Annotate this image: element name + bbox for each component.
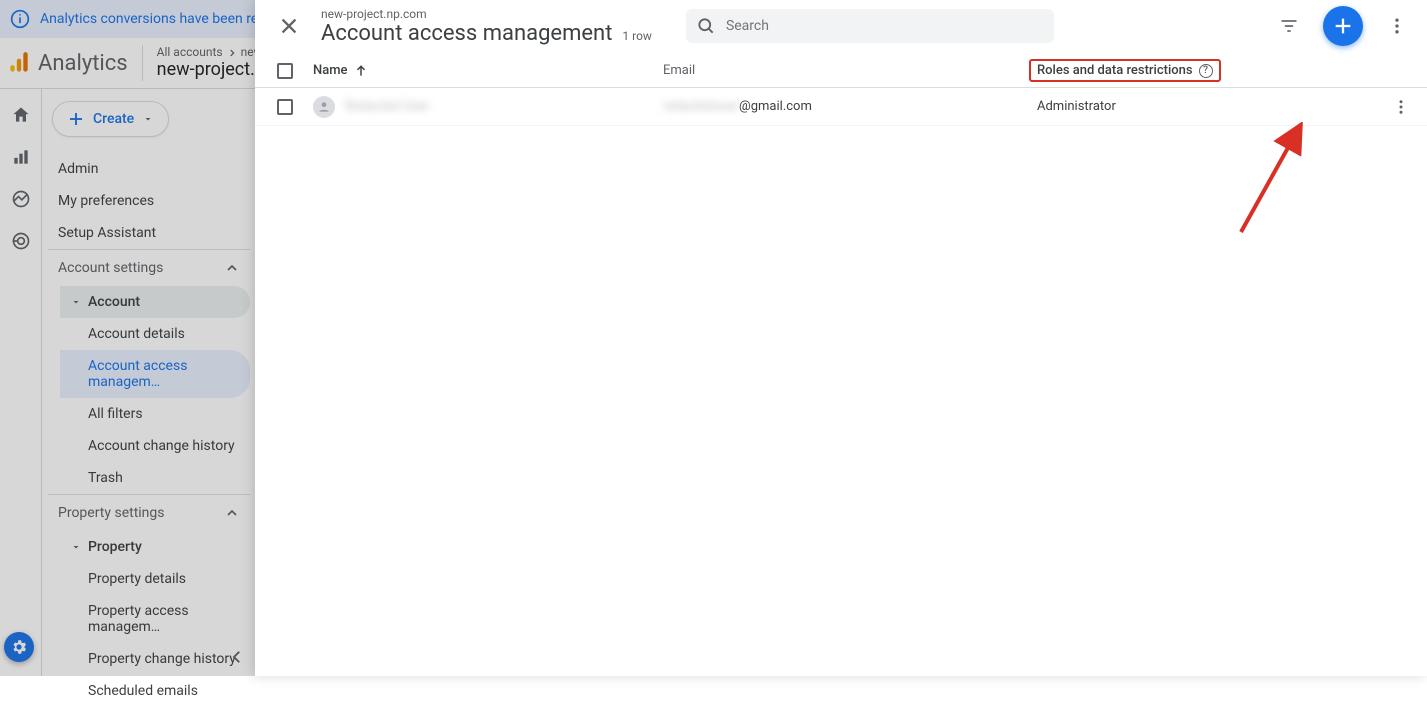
sort-asc-icon <box>354 64 368 78</box>
column-name-label: Name <box>313 63 348 78</box>
users-table: Name Email Roles and data restrictions ?… <box>255 54 1427 676</box>
panel-subtitle: new-project.np.com <box>321 7 652 21</box>
column-header-email[interactable]: Email <box>663 63 1037 78</box>
search-icon <box>696 16 716 36</box>
column-header-roles[interactable]: Roles and data restrictions ? <box>1037 59 1377 82</box>
avatar <box>313 96 335 118</box>
sidebar-item-scheduled-emails[interactable]: Scheduled emails <box>60 675 250 707</box>
person-icon <box>317 100 331 114</box>
cell-role: Administrator <box>1037 99 1377 114</box>
table-row[interactable]: Redacted User redacteduser@gmail.com Adm… <box>255 88 1427 126</box>
more-vert-icon <box>1392 98 1410 116</box>
add-user-button[interactable] <box>1323 6 1363 46</box>
annotation-highlight: Roles and data restrictions ? <box>1029 59 1221 82</box>
panel-more-button[interactable] <box>1377 6 1417 46</box>
access-management-panel: new-project.np.com Account access manage… <box>255 0 1427 676</box>
help-icon[interactable]: ? <box>1199 64 1213 78</box>
panel-header: new-project.np.com Account access manage… <box>255 0 1427 54</box>
user-name: Redacted User <box>345 99 429 114</box>
column-roles-label: Roles and data restrictions <box>1037 63 1193 78</box>
plus-icon <box>1332 15 1354 37</box>
row-more-button[interactable] <box>1377 98 1425 116</box>
panel-title: Account access management <box>321 21 612 46</box>
close-panel-button[interactable] <box>271 8 307 44</box>
cell-name: Redacted User <box>313 96 663 118</box>
search-input[interactable] <box>726 18 1044 34</box>
filter-button[interactable] <box>1269 6 1309 46</box>
more-vert-icon <box>1387 16 1407 36</box>
row-checkbox[interactable] <box>277 99 293 115</box>
email-local: redacteduser <box>663 99 739 114</box>
cell-email: redacteduser@gmail.com <box>663 99 1037 114</box>
row-count: 1 row <box>622 29 652 43</box>
filter-icon <box>1279 16 1299 36</box>
select-all-checkbox[interactable] <box>277 63 293 79</box>
column-header-name[interactable]: Name <box>313 63 663 78</box>
close-icon <box>278 15 300 37</box>
search-box[interactable] <box>686 9 1054 43</box>
table-header: Name Email Roles and data restrictions ? <box>255 54 1427 88</box>
email-domain: @gmail.com <box>739 99 812 114</box>
